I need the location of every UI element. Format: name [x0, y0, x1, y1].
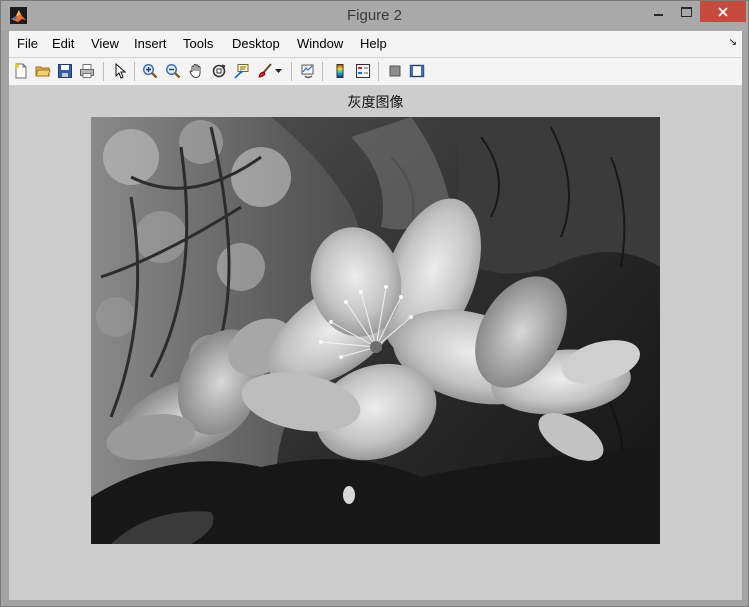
menu-tools[interactable]: Tools — [183, 36, 213, 51]
figure-canvas[interactable]: 灰度图像 — [9, 86, 742, 600]
zoom-out-button[interactable] — [163, 61, 183, 81]
toolbar-separator — [134, 62, 135, 81]
maximize-button[interactable] — [672, 1, 700, 22]
pan-button[interactable] — [186, 61, 206, 81]
open-file-icon — [35, 66, 51, 77]
new-figure-icon — [15, 63, 27, 79]
chevron-down-icon — [274, 68, 282, 73]
title-bar[interactable]: Figure 2 — [1, 1, 748, 31]
link-plot-button[interactable] — [298, 61, 318, 81]
dock-arrow-icon[interactable]: ↘ — [729, 37, 737, 48]
menu-help[interactable]: Help — [360, 36, 387, 51]
menu-desktop[interactable]: Desktop — [232, 36, 280, 51]
insert-colorbar-icon — [336, 64, 344, 78]
edit-plot-arrow-icon — [115, 63, 127, 79]
pan-hand-icon — [189, 64, 201, 78]
minimize-icon — [653, 13, 663, 16]
insert-legend-icon — [356, 64, 370, 78]
show-plot-tools-icon — [409, 64, 425, 78]
close-button[interactable] — [700, 1, 746, 22]
brush-button[interactable] — [255, 61, 275, 81]
menu-bar: File Edit View Insert Tools Desktop Wind… — [9, 31, 742, 58]
zoom-in-button[interactable] — [140, 61, 160, 81]
edit-plot-button[interactable] — [110, 61, 130, 81]
axes-title: 灰度图像 — [347, 95, 404, 111]
zoom-in-icon — [142, 63, 158, 79]
menu-insert[interactable]: Insert — [134, 36, 167, 51]
menu-edit[interactable]: Edit — [52, 36, 74, 51]
window-title: Figure 2 — [346, 7, 403, 24]
new-figure-button[interactable] — [11, 61, 31, 81]
hide-plot-tools-button[interactable] — [385, 61, 405, 81]
save-figure-button[interactable] — [55, 61, 75, 81]
zoom-out-icon — [165, 63, 181, 79]
show-plot-tools-button[interactable] — [407, 61, 427, 81]
toolbar-separator — [378, 62, 379, 81]
close-icon — [718, 6, 728, 17]
insert-colorbar-button[interactable] — [330, 61, 350, 81]
hide-plot-tools-icon — [389, 65, 401, 77]
grayscale-flower-image — [91, 117, 660, 544]
link-plot-icon — [301, 64, 314, 79]
menu-view[interactable]: View — [91, 36, 119, 51]
menu-file[interactable]: File — [17, 36, 38, 51]
rotate-3d-icon — [212, 64, 226, 78]
rotate-3d-button[interactable] — [209, 61, 229, 81]
minimize-button[interactable] — [644, 1, 672, 22]
save-figure-icon — [58, 64, 72, 78]
menu-window[interactable]: Window — [297, 36, 343, 51]
open-file-button[interactable] — [33, 61, 53, 81]
toolbar-separator — [322, 62, 323, 81]
toolbar-separator — [103, 62, 104, 81]
toolbar-separator — [291, 62, 292, 81]
figure-toolbar — [9, 58, 742, 86]
print-figure-button[interactable] — [77, 61, 97, 81]
maximize-icon — [680, 6, 692, 17]
insert-legend-button[interactable] — [353, 61, 373, 81]
data-cursor-button[interactable] — [232, 61, 252, 81]
figure-window: Figure 2 File Edit View Insert Tools Des… — [0, 0, 749, 607]
data-cursor-icon — [234, 64, 249, 79]
print-figure-icon — [80, 64, 94, 78]
brush-icon — [258, 63, 272, 78]
grayscale-image[interactable] — [91, 117, 660, 544]
brush-dropdown[interactable] — [273, 61, 283, 81]
